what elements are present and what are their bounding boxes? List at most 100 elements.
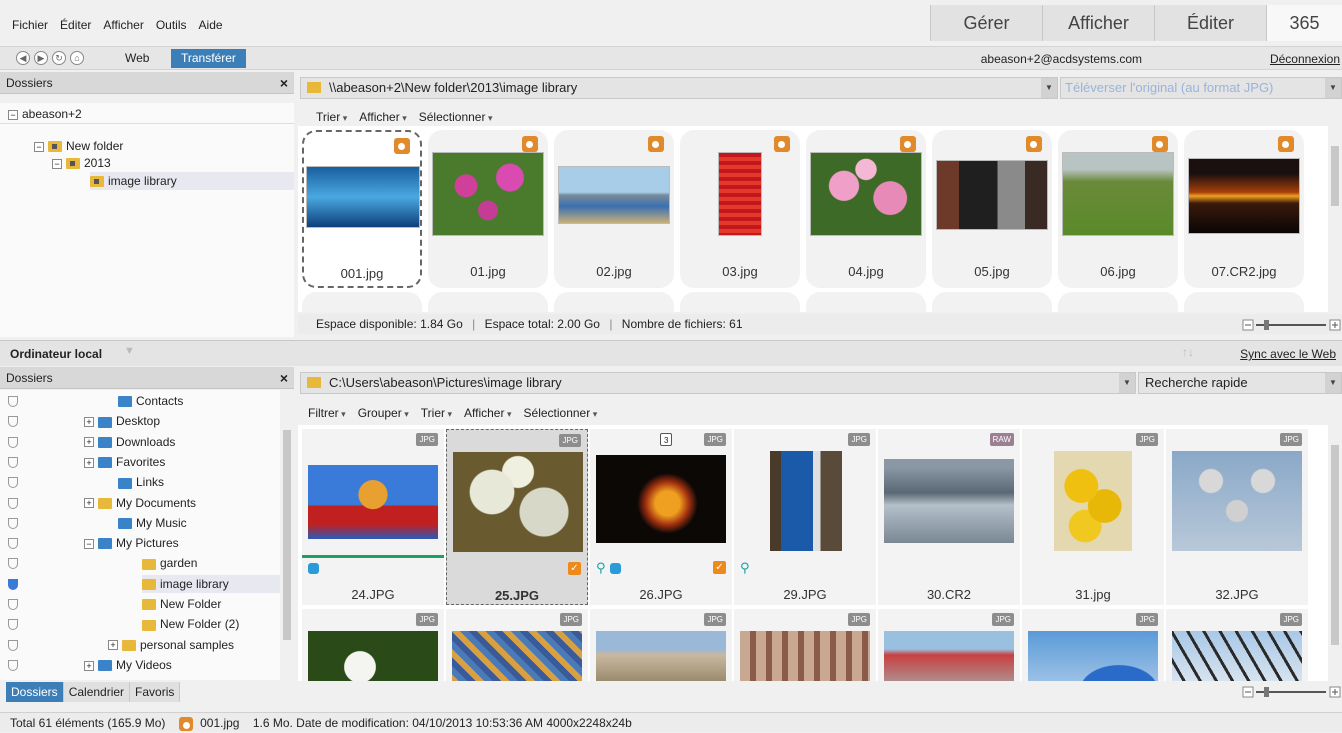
shield-icon[interactable] — [8, 659, 18, 671]
tree-item-image-library[interactable]: image library — [90, 172, 294, 190]
web-thumb[interactable] — [428, 292, 548, 312]
tab-favorites[interactable]: Favoris — [130, 682, 181, 702]
web-thumb[interactable] — [1184, 292, 1304, 312]
menu-tools[interactable]: Outils — [156, 18, 187, 32]
close-icon[interactable]: × — [280, 72, 288, 94]
mode-365[interactable]: 365 — [1266, 5, 1342, 41]
shield-icon[interactable] — [8, 436, 18, 448]
tree-item-2013[interactable]: −2013 — [52, 154, 111, 172]
collapse-icon[interactable]: − — [8, 109, 18, 120]
tree-item[interactable]: image library — [142, 574, 280, 593]
web-thumb[interactable]: 05.jpg — [932, 130, 1052, 288]
expand-icon[interactable]: + — [84, 437, 94, 448]
scroll-thumb[interactable] — [1331, 445, 1339, 645]
tree-item[interactable]: New Folder (2) — [142, 615, 239, 633]
tree-item[interactable]: New Folder — [142, 595, 221, 613]
tree-root[interactable]: − abeason+2 — [8, 105, 82, 123]
shield-icon[interactable] — [8, 538, 18, 550]
tree-item[interactable]: + personal samples — [108, 636, 234, 654]
local-thumb[interactable]: JPG ✓ 25.JPG — [446, 429, 588, 605]
forward-icon[interactable]: ▶ — [34, 51, 48, 65]
web-thumb[interactable]: 03.jpg — [680, 130, 800, 288]
mode-edit[interactable]: Éditer — [1154, 5, 1266, 41]
web-thumb[interactable]: 01.jpg — [428, 130, 548, 288]
mode-manage[interactable]: Gérer — [930, 5, 1042, 41]
local-thumb[interactable]: JPG — [1166, 609, 1308, 681]
tree-item[interactable]: + Downloads — [84, 433, 175, 451]
select-menu[interactable]: Sélectionner — [524, 403, 598, 423]
local-thumb[interactable]: JPG ⚲ 29.JPG — [734, 429, 876, 605]
local-thumb[interactable]: JPG 31.jpg — [1022, 429, 1164, 605]
sync-arrows-icon[interactable]: ↑↓ — [1182, 345, 1194, 359]
sort-menu[interactable]: Trier — [421, 403, 452, 423]
view-menu[interactable]: Afficher — [359, 107, 407, 127]
collapse-icon[interactable]: − — [84, 538, 94, 549]
select-menu[interactable]: Sélectionner — [419, 107, 493, 127]
local-thumb[interactable]: JPG — [878, 609, 1020, 681]
refresh-icon[interactable]: ↻ — [52, 51, 66, 65]
shield-icon[interactable] — [8, 517, 18, 529]
local-thumb[interactable]: JPG — [1022, 609, 1164, 681]
tab-web[interactable]: Web — [115, 49, 159, 68]
mode-view[interactable]: Afficher — [1042, 5, 1154, 41]
local-path-bar[interactable]: C:\Users\abeason\Pictures\image library … — [300, 372, 1136, 394]
check-icon[interactable]: ✓ — [568, 562, 581, 575]
tab-calendar[interactable]: Calendrier — [63, 682, 131, 702]
home-icon[interactable]: ⌂ — [70, 51, 84, 65]
shield-icon[interactable] — [8, 416, 18, 428]
shield-icon[interactable] — [8, 619, 18, 631]
web-thumb[interactable] — [1058, 292, 1178, 312]
web-thumb[interactable]: 02.jpg — [554, 130, 674, 288]
shield-icon[interactable] — [8, 456, 18, 468]
close-icon[interactable]: × — [280, 367, 288, 389]
tree-item[interactable]: Contacts — [118, 392, 183, 410]
view-menu[interactable]: Afficher — [464, 403, 512, 423]
tree-item-new-folder[interactable]: − New folder — [34, 137, 123, 155]
chevron-down-icon[interactable]: ▼ — [1119, 373, 1135, 393]
expand-icon[interactable]: + — [84, 660, 94, 671]
tree-item[interactable]: + My Documents — [84, 494, 196, 512]
local-tree-scrollbar[interactable] — [280, 390, 294, 680]
shield-icon[interactable] — [8, 639, 18, 651]
zoom-slider[interactable] — [1242, 318, 1342, 332]
chevron-down-icon[interactable]: ▼ — [1041, 78, 1057, 98]
web-thumb[interactable] — [554, 292, 674, 312]
local-thumb[interactable]: JPG — [302, 609, 444, 681]
tab-folders[interactable]: Dossiers — [6, 682, 64, 702]
expand-icon[interactable]: + — [108, 640, 118, 651]
shield-icon[interactable] — [8, 477, 18, 489]
shield-icon[interactable] — [8, 497, 18, 509]
collapse-icon[interactable]: − — [52, 158, 62, 169]
local-thumb[interactable]: JPG 24.JPG — [302, 429, 444, 605]
sync-link[interactable]: Sync avec le Web — [1240, 347, 1336, 361]
web-thumb[interactable] — [806, 292, 926, 312]
tree-item[interactable]: garden — [142, 554, 197, 572]
expand-icon[interactable]: + — [84, 417, 94, 428]
local-thumb[interactable]: JPG — [734, 609, 876, 681]
web-path-bar[interactable]: \\abeason+2\New folder\2013\image librar… — [300, 77, 1058, 99]
scroll-thumb[interactable] — [283, 430, 291, 640]
web-thumb[interactable]: 04.jpg — [806, 130, 926, 288]
scroll-thumb[interactable] — [1331, 146, 1339, 206]
quick-search[interactable]: Recherche rapide ▼ — [1138, 372, 1342, 394]
logout-link[interactable]: Déconnexion — [1270, 52, 1340, 66]
web-thumb[interactable]: 001.jpg — [302, 130, 422, 288]
chevron-down-icon[interactable]: ▼ — [1325, 373, 1341, 393]
web-thumb[interactable] — [932, 292, 1052, 312]
menu-help[interactable]: Aide — [199, 18, 223, 32]
chevron-down-icon[interactable]: ▼ — [124, 345, 135, 357]
shield-icon[interactable] — [8, 599, 18, 610]
shield-icon[interactable] — [8, 558, 18, 570]
tree-item[interactable]: + Desktop — [84, 412, 160, 430]
shield-icon[interactable] — [8, 578, 18, 590]
web-thumb[interactable] — [680, 292, 800, 312]
local-thumb[interactable]: JPG — [446, 609, 588, 681]
local-thumb[interactable]: RAW 30.CR2 — [878, 429, 1020, 605]
tree-item[interactable]: + My Videos — [84, 656, 172, 674]
filter-menu[interactable]: Filtrer — [308, 403, 346, 423]
collapse-icon[interactable]: − — [34, 141, 44, 152]
check-icon[interactable]: ✓ — [713, 561, 726, 574]
web-scrollbar[interactable] — [1328, 126, 1342, 312]
expand-icon[interactable]: + — [84, 498, 94, 509]
group-menu[interactable]: Grouper — [358, 403, 409, 423]
